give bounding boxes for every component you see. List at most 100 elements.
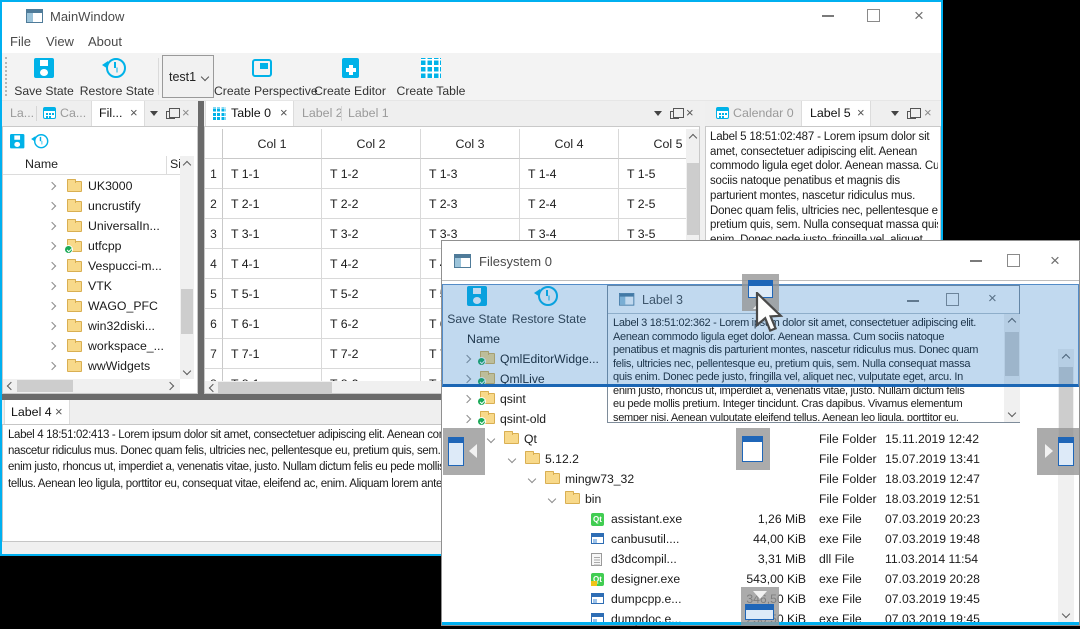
tab-close-icon[interactable]: × bbox=[857, 105, 865, 120]
table-cell[interactable]: T 3-1 bbox=[223, 219, 322, 249]
tab-close-icon[interactable]: × bbox=[280, 105, 288, 120]
scrollbar-thumb[interactable] bbox=[687, 163, 699, 235]
expand-chevron-icon[interactable] bbox=[47, 201, 57, 211]
tree-item[interactable]: UK3000 bbox=[3, 176, 180, 196]
create-editor-button[interactable]: Create Editor bbox=[314, 56, 386, 98]
maximize-icon[interactable] bbox=[1007, 254, 1020, 267]
tab-calendar0[interactable]: Calendar 0 bbox=[707, 101, 799, 126]
tree-item[interactable]: VTK bbox=[3, 276, 180, 296]
table-col-header[interactable]: Col 3 bbox=[421, 129, 520, 159]
close-icon[interactable]: × bbox=[1050, 252, 1060, 269]
table-cell[interactable]: T 5-2 bbox=[322, 279, 421, 309]
table-cell[interactable]: T 7-1 bbox=[223, 339, 322, 369]
table-cell[interactable]: T 4-2 bbox=[322, 249, 421, 279]
table-cell[interactable]: T 7-2 bbox=[322, 339, 421, 369]
table-cell[interactable]: T 1-5 bbox=[619, 159, 686, 189]
create-perspective-button[interactable]: Create Perspective bbox=[214, 56, 318, 98]
expand-chevron-icon[interactable] bbox=[47, 181, 57, 191]
drop-indicator-left[interactable] bbox=[443, 428, 485, 475]
tree-item[interactable]: win32diski... bbox=[3, 316, 180, 336]
undock-icon[interactable] bbox=[907, 108, 921, 119]
drop-indicator-right[interactable] bbox=[1037, 428, 1079, 475]
table-cell[interactable]: T 1-3 bbox=[421, 159, 520, 189]
tree-item[interactable]: Vespucci-m... bbox=[3, 256, 180, 276]
menu-view[interactable]: View bbox=[46, 30, 74, 53]
create-table-button[interactable]: Create Table bbox=[396, 56, 466, 98]
table-col-header[interactable]: Col 5 bbox=[619, 129, 686, 159]
tab-table0[interactable]: Table 0 × bbox=[205, 101, 294, 126]
expand-chevron-icon[interactable] bbox=[527, 474, 537, 484]
toolbar-drag-handle[interactable] bbox=[5, 57, 7, 96]
tab-close-icon[interactable]: × bbox=[55, 404, 63, 419]
tab-menu-icon[interactable] bbox=[654, 111, 662, 116]
tab-filesystem[interactable]: Fil... × bbox=[91, 101, 145, 126]
panel-close-icon[interactable]: × bbox=[686, 105, 694, 120]
table-cell[interactable]: T 2-4 bbox=[520, 189, 619, 219]
tab-label5[interactable]: Label 5 × bbox=[801, 101, 871, 126]
expand-chevron-icon[interactable] bbox=[47, 281, 57, 291]
table-cell[interactable]: T 2-5 bbox=[619, 189, 686, 219]
tab-menu-icon[interactable] bbox=[891, 111, 899, 116]
tab-menu-icon[interactable] bbox=[150, 111, 158, 116]
scrollbar-thumb[interactable] bbox=[181, 289, 193, 334]
expand-chevron-icon[interactable] bbox=[47, 321, 57, 331]
table-cell[interactable]: T 6-2 bbox=[322, 309, 421, 339]
undock-icon[interactable] bbox=[166, 108, 180, 119]
table-cell[interactable]: T 5-1 bbox=[223, 279, 322, 309]
drop-indicator-bottom[interactable] bbox=[741, 587, 779, 626]
panel-close-icon[interactable]: × bbox=[182, 105, 190, 120]
fs-row[interactable]: mingw73_32 File Folder 18.03.2019 12:47 bbox=[442, 469, 1079, 489]
table-cell[interactable]: T 3-2 bbox=[322, 219, 421, 249]
scrollbar-thumb[interactable] bbox=[218, 382, 332, 393]
tab-close-icon[interactable]: × bbox=[130, 105, 138, 120]
tab-label1[interactable]: Label 1 bbox=[342, 101, 389, 126]
table-cell[interactable]: T 1-2 bbox=[322, 159, 421, 189]
fs-row[interactable]: designer.exe 543,00 KiB exe File 07.03.2019… bbox=[442, 569, 1079, 589]
fs-row[interactable]: canbusutil.... 44,00 KiB exe File 07.03.201… bbox=[442, 529, 1079, 549]
expand-chevron-icon[interactable] bbox=[547, 494, 557, 504]
panel-close-icon[interactable]: × bbox=[924, 105, 932, 120]
minimize-icon[interactable] bbox=[970, 260, 982, 262]
table-cell[interactable]: T 1-4 bbox=[520, 159, 619, 189]
expand-chevron-icon[interactable] bbox=[507, 454, 517, 464]
table-cell[interactable]: T 6-1 bbox=[223, 309, 322, 339]
tab-label4[interactable]: Label 4 × bbox=[4, 400, 70, 424]
expand-chevron-icon[interactable] bbox=[47, 241, 57, 251]
fs-row[interactable]: assistant.exe 1,26 MiB exe File 07.03.2019 … bbox=[442, 509, 1079, 529]
tree-item[interactable]: WAGO_PFC bbox=[3, 296, 180, 316]
expand-chevron-icon[interactable] bbox=[462, 414, 472, 424]
tree-item[interactable]: UniversalIn... bbox=[3, 216, 180, 236]
table-col-header[interactable]: Col 2 bbox=[322, 129, 421, 159]
expand-chevron-icon[interactable] bbox=[47, 221, 57, 231]
expand-chevron-icon[interactable] bbox=[47, 261, 57, 271]
table-cell[interactable]: T 2-2 bbox=[322, 189, 421, 219]
fs-row[interactable]: d3dcompil... 3,31 MiB dll File 11.03.2014 1… bbox=[442, 549, 1079, 569]
restore-state-button[interactable]: Restore State bbox=[78, 56, 156, 98]
close-button[interactable]: × bbox=[900, 2, 940, 30]
tree-item[interactable]: uncrustify bbox=[3, 196, 180, 216]
table-cell[interactable]: T 1-1 bbox=[223, 159, 322, 189]
tab-label2[interactable]: Label 2 bbox=[296, 101, 343, 126]
fs-row[interactable]: bin File Folder 18.03.2019 12:51 bbox=[442, 489, 1079, 509]
table-cell[interactable]: T 8-2 bbox=[322, 369, 421, 381]
drop-indicator-center[interactable] bbox=[736, 428, 770, 470]
perspective-dropdown[interactable]: test1 bbox=[162, 55, 214, 98]
left-tree-hscrollbar[interactable] bbox=[3, 379, 180, 393]
table-cell[interactable]: T 4-1 bbox=[223, 249, 322, 279]
left-tree-vscrollbar[interactable] bbox=[180, 156, 194, 379]
table-col-header[interactable]: Col 1 bbox=[223, 129, 322, 159]
expand-chevron-icon[interactable] bbox=[486, 434, 496, 444]
menu-about[interactable]: About bbox=[88, 30, 122, 53]
main-titlebar[interactable]: MainWindow × bbox=[2, 2, 941, 30]
undock-icon[interactable] bbox=[670, 108, 684, 119]
table-cell[interactable]: T 2-1 bbox=[223, 189, 322, 219]
expand-chevron-icon[interactable] bbox=[47, 361, 57, 371]
expand-chevron-icon[interactable] bbox=[47, 301, 57, 311]
expand-chevron-icon[interactable] bbox=[47, 341, 57, 351]
tree-item[interactable]: utfcpp bbox=[3, 236, 180, 256]
menu-file[interactable]: File bbox=[10, 30, 31, 53]
minimize-button[interactable] bbox=[808, 2, 848, 30]
expand-chevron-icon[interactable] bbox=[462, 394, 472, 404]
table-cell[interactable]: T 2-3 bbox=[421, 189, 520, 219]
tab-calendar[interactable]: Ca... bbox=[38, 101, 90, 126]
